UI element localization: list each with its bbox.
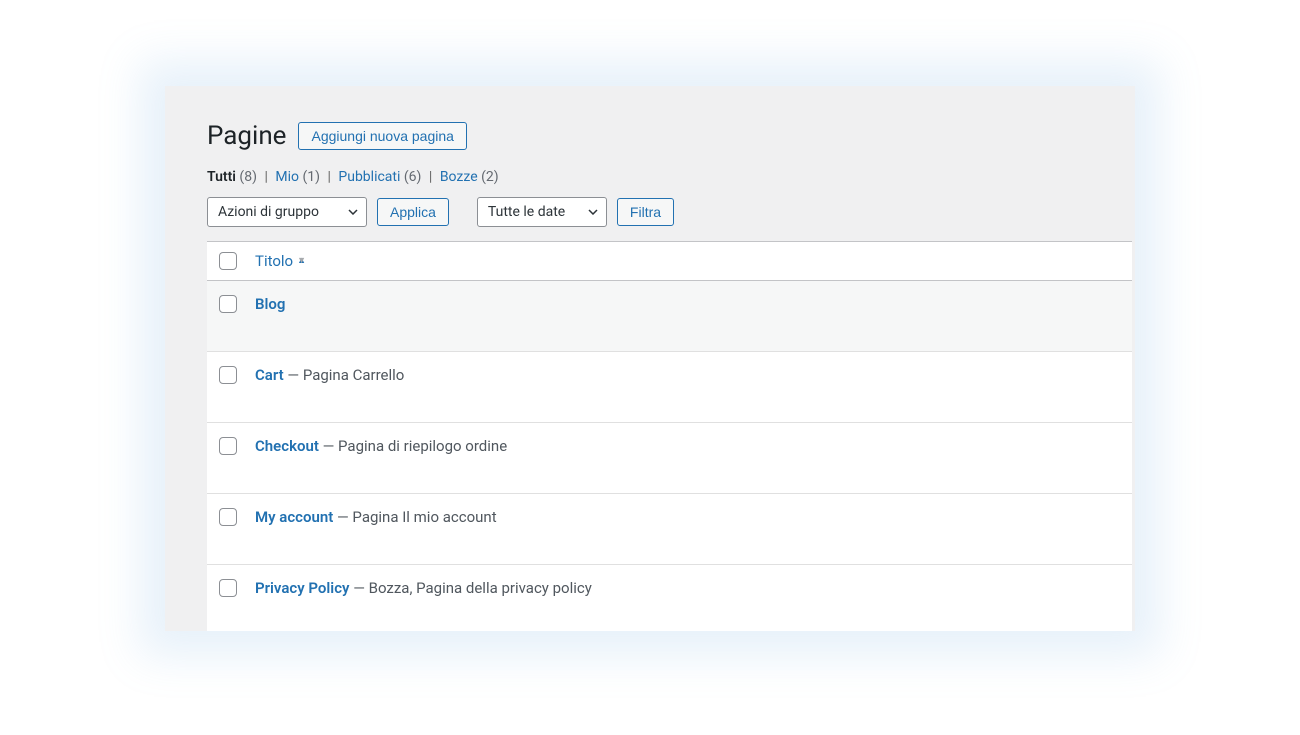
add-new-page-button[interactable]: Aggiungi nuova pagina xyxy=(298,122,466,150)
page-state: — Pagina Il mio account xyxy=(333,508,496,526)
pages-table: Titolo ▲▼ Blog Cart — Pagina Carrello xyxy=(207,241,1132,631)
separator: | xyxy=(425,169,436,185)
chevron-down-icon xyxy=(588,209,598,215)
page-header: Pagine Aggiungi nuova pagina xyxy=(207,121,1135,151)
table-row: Checkout — Pagina di riepilogo ordine xyxy=(207,423,1132,494)
row-checkbox[interactable] xyxy=(219,437,237,455)
filter-button[interactable]: Filtra xyxy=(617,198,674,226)
table-row: Privacy Policy — Bozza, Pagina della pri… xyxy=(207,565,1132,631)
filter-bar: Azioni di gruppo Applica Tutte le date F… xyxy=(207,197,1135,227)
view-filters: Tutti (8) | Mio (1) | Pubblicati (6) | B… xyxy=(207,169,1135,185)
admin-panel: Pagine Aggiungi nuova pagina Tutti (8) |… xyxy=(165,86,1135,631)
separator: | xyxy=(323,169,334,185)
table-row: Blog xyxy=(207,281,1132,352)
page-link[interactable]: Cart xyxy=(255,366,284,384)
row-checkbox[interactable] xyxy=(219,508,237,526)
table-row: Cart — Pagina Carrello xyxy=(207,352,1132,423)
page-title: Pagine xyxy=(207,121,286,151)
separator: | xyxy=(260,169,271,185)
page-link[interactable]: Checkout xyxy=(255,437,319,455)
view-published[interactable]: Pubblicati (6) xyxy=(338,169,425,185)
page-link[interactable]: My account xyxy=(255,508,333,526)
page-link[interactable]: Blog xyxy=(255,295,285,313)
view-mine[interactable]: Mio (1) xyxy=(275,169,323,185)
bulk-actions-select[interactable]: Azioni di gruppo xyxy=(207,197,367,227)
chevron-down-icon xyxy=(348,209,358,215)
page-state: — Pagina Carrello xyxy=(284,366,405,384)
select-all-checkbox[interactable] xyxy=(219,252,237,270)
row-checkbox[interactable] xyxy=(219,366,237,384)
page-state: — Pagina di riepilogo ordine xyxy=(319,437,507,455)
row-checkbox[interactable] xyxy=(219,579,237,597)
table-header: Titolo ▲▼ xyxy=(207,242,1132,281)
view-all[interactable]: Tutti (8) xyxy=(207,169,260,185)
apply-bulk-button[interactable]: Applica xyxy=(377,198,449,226)
column-title[interactable]: Titolo ▲▼ xyxy=(255,252,306,270)
table-row: My account — Pagina Il mio account xyxy=(207,494,1132,565)
row-checkbox[interactable] xyxy=(219,295,237,313)
page-link[interactable]: Privacy Policy xyxy=(255,579,349,597)
page-state: — Bozza, Pagina della privacy policy xyxy=(349,579,591,597)
view-drafts[interactable]: Bozze (2) xyxy=(440,169,499,185)
date-filter-select[interactable]: Tutte le date xyxy=(477,197,607,227)
